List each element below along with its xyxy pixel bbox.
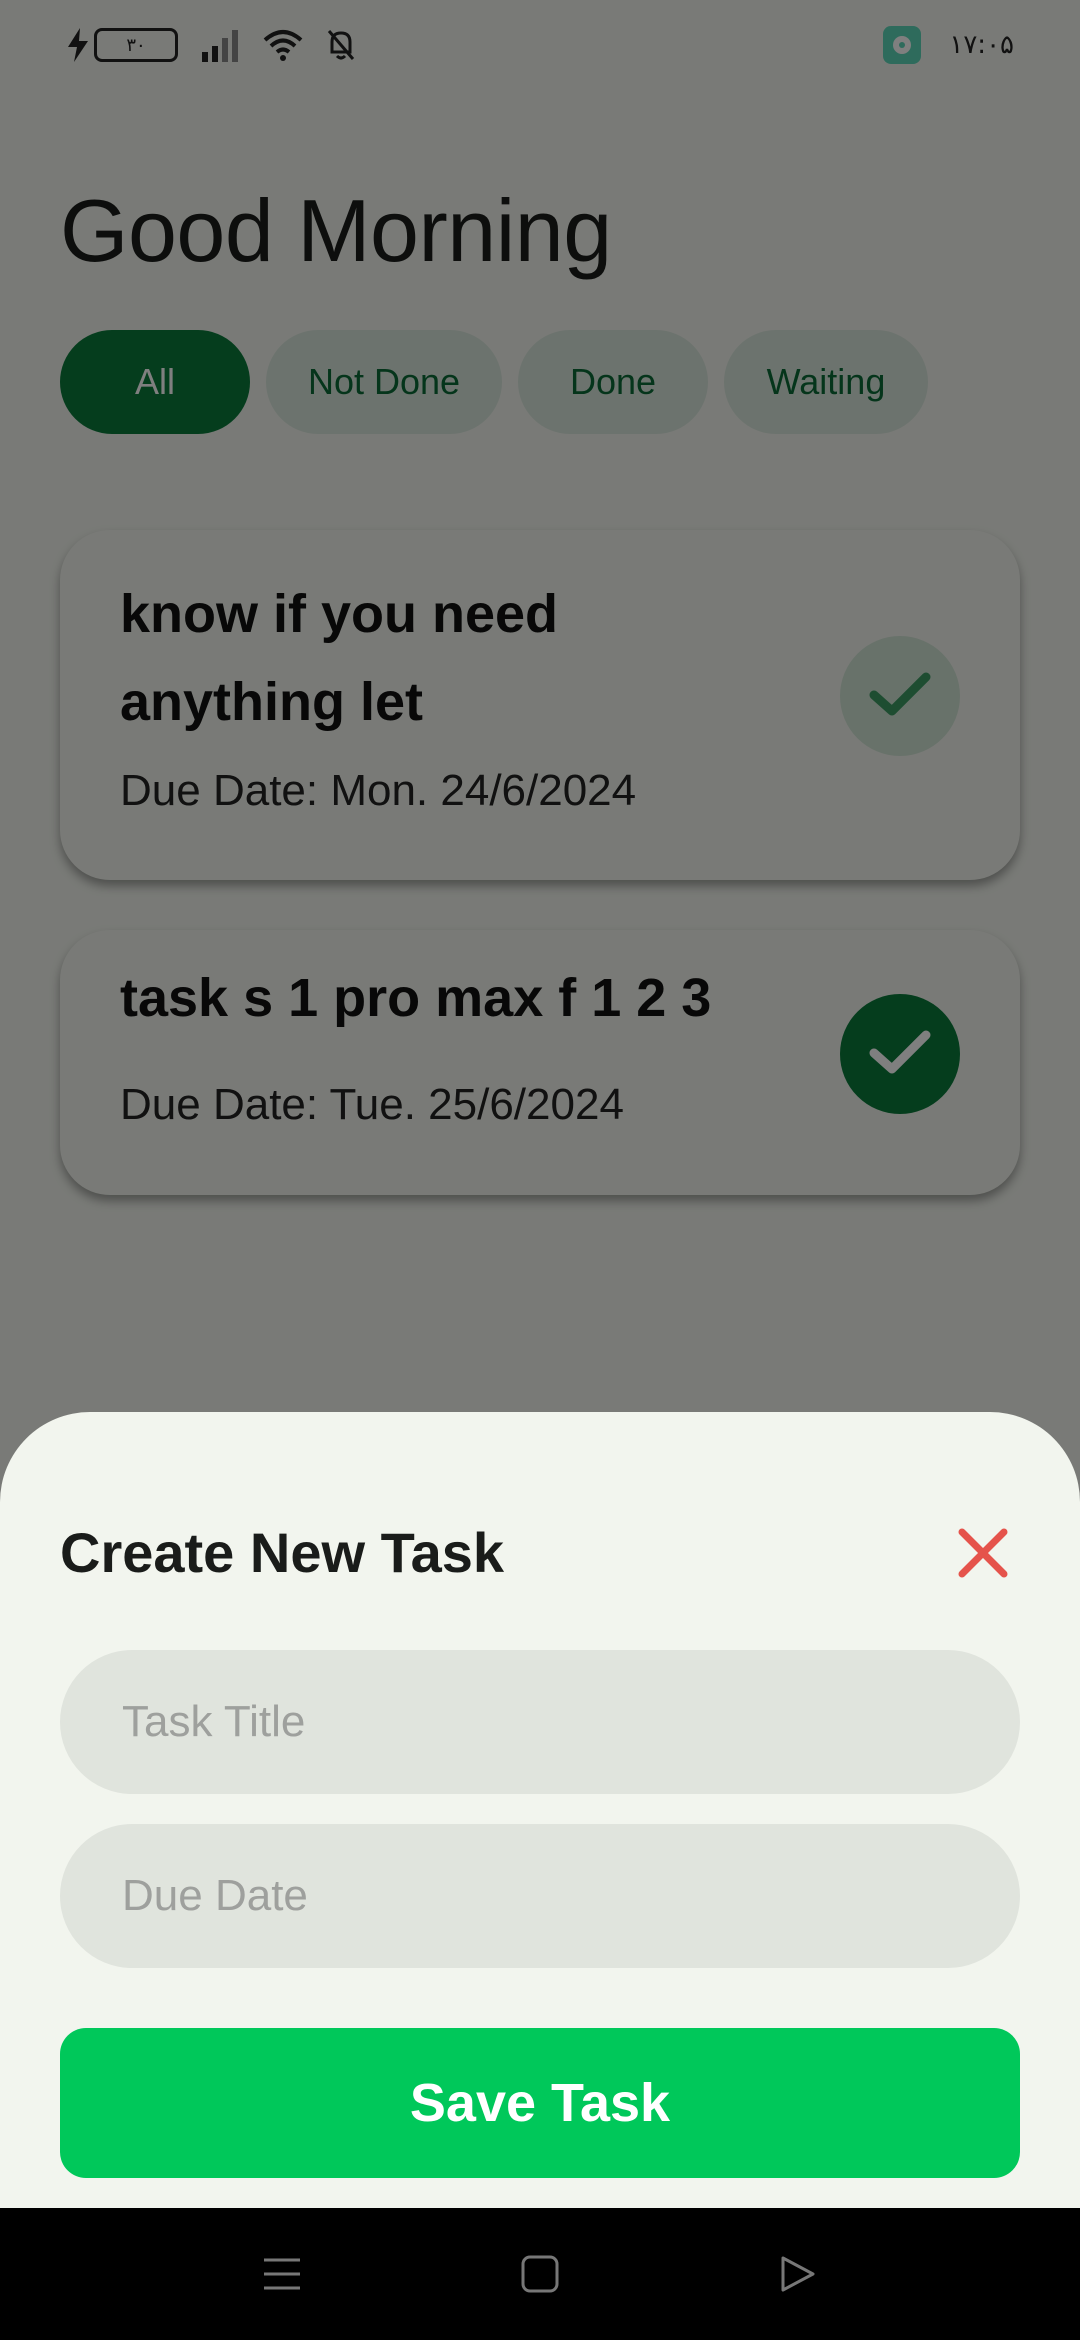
close-button[interactable] — [948, 1520, 1018, 1590]
create-task-sheet: Create New Task Save Task — [0, 1412, 1080, 2208]
due-date-input[interactable] — [60, 1824, 1020, 1968]
save-task-button[interactable]: Save Task — [60, 2028, 1020, 2178]
menu-icon — [262, 2256, 302, 2297]
sheet-title: Create New Task — [60, 1521, 505, 1584]
system-nav-bar — [0, 2208, 1080, 2340]
task-title-input[interactable] — [60, 1650, 1020, 1794]
back-button[interactable] — [768, 2248, 828, 2304]
back-icon — [779, 2254, 817, 2299]
home-button[interactable] — [510, 2248, 570, 2304]
recent-apps-button[interactable] — [252, 2248, 312, 2304]
close-icon — [957, 1527, 1009, 1584]
home-icon — [520, 2254, 560, 2299]
